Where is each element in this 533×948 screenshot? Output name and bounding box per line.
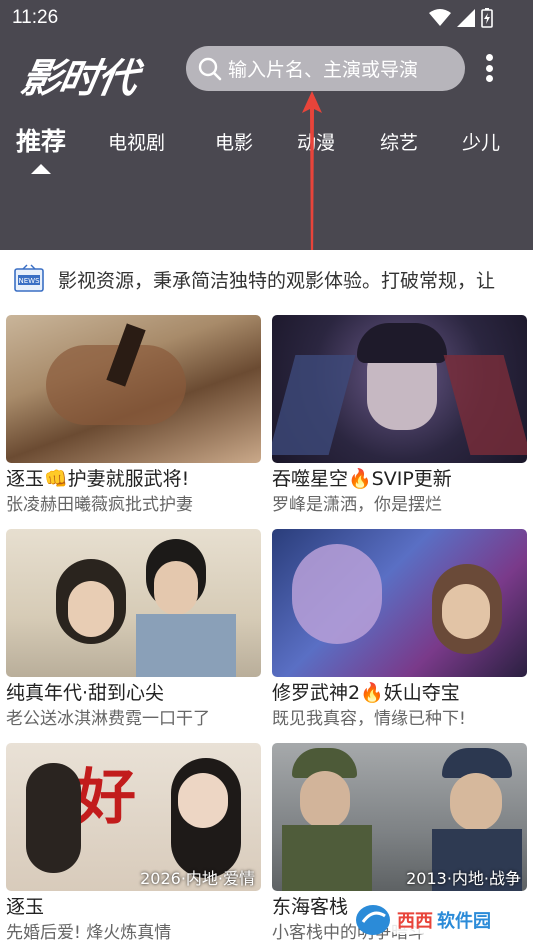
video-subtitle: 张凌赫田曦薇疯批式护妻 (6, 495, 193, 515)
video-subtitle: 老公送冰淇淋费霓一口干了 (6, 709, 210, 729)
video-subtitle: 罗峰是潇洒，你是摆烂 (272, 495, 442, 515)
video-thumbnail[interactable] (272, 315, 527, 463)
video-card[interactable]: 纯真年代·甜到心尖 老公送冰淇淋费霓一口干了 (6, 529, 261, 731)
video-badge: 2026·内地·爱情 (140, 869, 255, 888)
app-header: 影时代 输入片名、主演或导演 推荐 电视剧 电影 动漫 综艺 少儿 (0, 36, 533, 271)
svg-text:西西: 西西 (397, 911, 433, 932)
video-title: 吞噬星空🔥SVIP更新 (272, 468, 452, 490)
video-card[interactable]: 逐玉👊护妻就服武将! 张凌赫田曦薇疯批式护妻 (6, 315, 261, 517)
video-thumbnail[interactable] (272, 529, 527, 677)
video-thumbnail[interactable]: 2013·内地·战争 (272, 743, 527, 891)
video-title: 逐玉👊护妻就服武将! (6, 468, 190, 490)
notice-text: 影视资源，秉承简洁独特的观影体验。打破常规，让 (58, 270, 496, 292)
svg-text:软件园: 软件园 (437, 910, 491, 932)
tab-tv-series[interactable]: 电视剧 (108, 128, 165, 155)
notice-bar[interactable]: NEWS 影视资源，秉承简洁独特的观影体验。打破常规，让 (0, 250, 533, 310)
wifi-icon (429, 9, 451, 26)
video-card[interactable]: 修罗武神2🔥妖山夺宝 既见我真容，情缘已种下! (272, 529, 527, 731)
video-subtitle: 先婚后爱! 烽火炼真情 (6, 923, 172, 943)
active-tab-indicator (31, 164, 51, 174)
video-thumbnail[interactable] (6, 529, 261, 677)
search-placeholder: 输入片名、主演或导演 (228, 59, 419, 81)
tab-variety[interactable]: 综艺 (380, 128, 418, 155)
site-watermark-logo: 西西 软件园 (356, 905, 521, 935)
status-time: 11:26 (12, 7, 59, 28)
tab-movies[interactable]: 电影 (215, 128, 253, 155)
video-title: 修罗武神2🔥妖山夺宝 (272, 682, 460, 704)
tab-recommend[interactable]: 推荐 (16, 122, 66, 158)
video-title: 逐玉 (6, 896, 45, 918)
video-subtitle: 既见我真容，情缘已种下! (272, 709, 466, 729)
annotation-arrow (302, 91, 322, 271)
app-logo: 影时代 (17, 56, 140, 102)
svg-text:NEWS: NEWS (18, 277, 40, 285)
video-card[interactable]: 吞噬星空🔥SVIP更新 罗峰是潇洒，你是摆烂 (272, 315, 527, 517)
signal-icon (457, 9, 475, 27)
video-badge: 2013·内地·战争 (406, 869, 521, 888)
search-input[interactable]: 输入片名、主演或导演 (186, 46, 465, 91)
tab-kids[interactable]: 少儿 (462, 128, 500, 155)
video-card[interactable]: 好 2026·内地·爱情 逐玉 先婚后爱! 烽火炼真情 (6, 743, 261, 945)
status-bar: 11:26 (0, 0, 533, 36)
video-thumbnail[interactable]: 好 2026·内地·爱情 (6, 743, 261, 891)
news-icon: NEWS (14, 264, 44, 292)
video-title: 纯真年代·甜到心尖 (6, 682, 165, 704)
video-thumbnail[interactable] (6, 315, 261, 463)
status-icons (429, 8, 493, 28)
battery-icon (481, 8, 493, 28)
more-menu-icon[interactable] (481, 50, 497, 86)
category-tabs: 推荐 电视剧 电影 动漫 综艺 少儿 (0, 118, 533, 168)
search-icon (198, 57, 222, 80)
